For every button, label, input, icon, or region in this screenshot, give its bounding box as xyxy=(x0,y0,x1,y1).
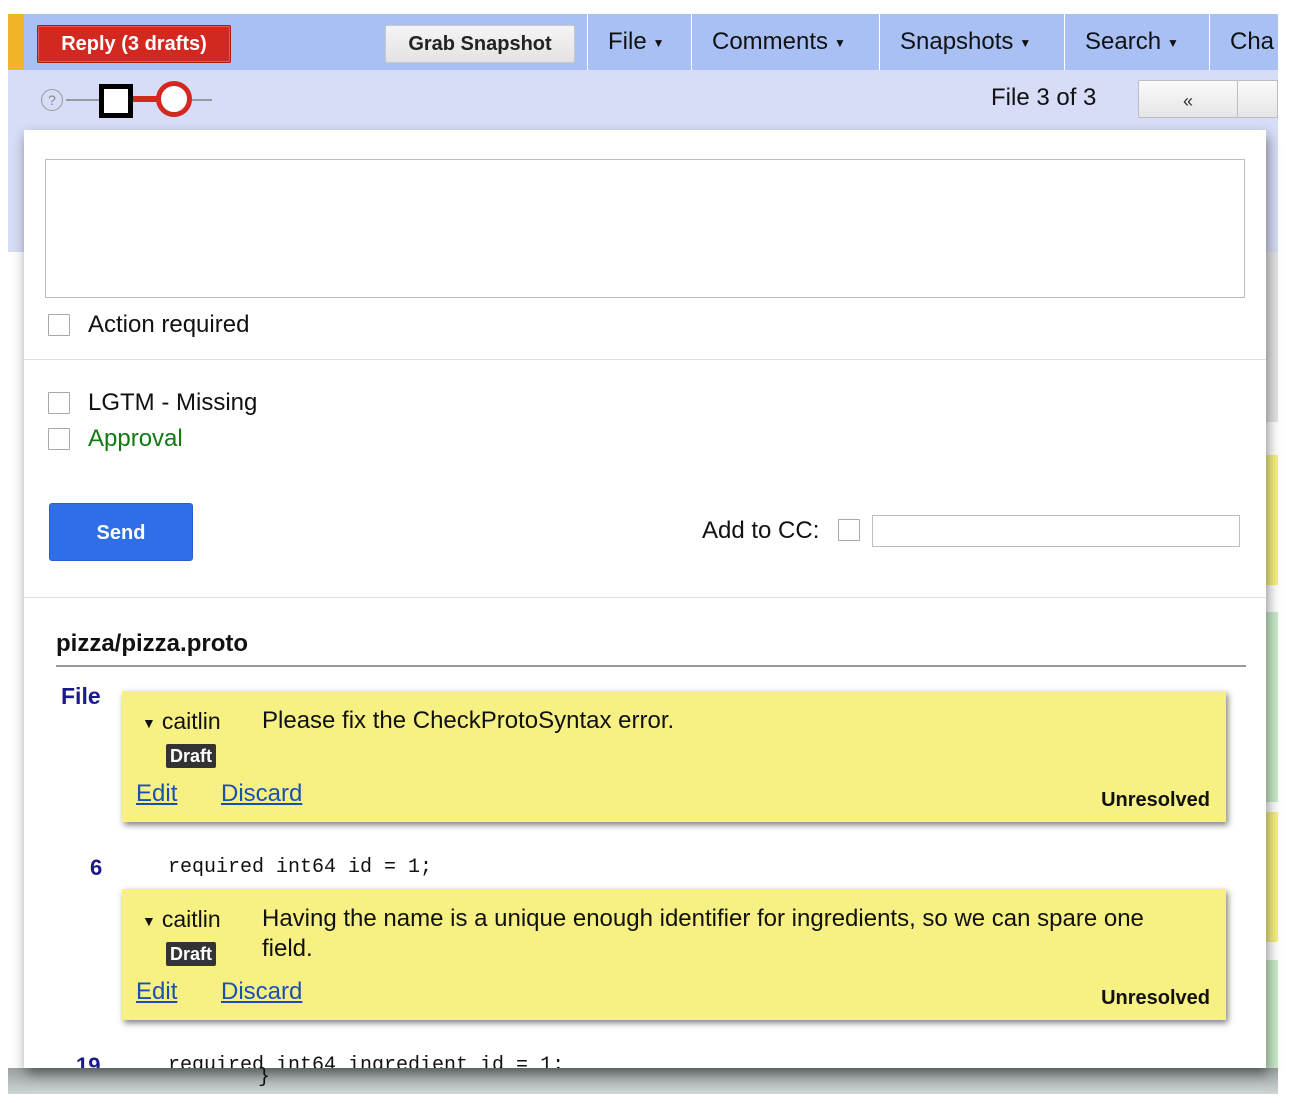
caret-down-icon: ▼ xyxy=(1167,35,1179,50)
snapshot-current-handle[interactable] xyxy=(156,81,192,117)
menu-file-label: File xyxy=(608,28,647,55)
comment-text: Please fix the CheckProtoSyntax error. xyxy=(262,707,675,734)
approval-label: Approval xyxy=(88,425,183,452)
line-number[interactable]: 19 xyxy=(76,1053,100,1068)
draft-badge: Draft xyxy=(166,942,217,966)
comment-author[interactable]: ▼ caitlin xyxy=(142,906,221,933)
line-number[interactable]: 6 xyxy=(90,855,102,881)
menu-changes-label: Cha xyxy=(1230,28,1275,55)
edit-link[interactable]: Edit xyxy=(136,780,177,808)
reply-message-input[interactable] xyxy=(45,159,1245,298)
underlying-comment-edge xyxy=(1266,455,1278,585)
code-line[interactable]: required int64 id = 1; xyxy=(144,856,432,879)
file-path-heading: pizza/pizza.proto xyxy=(56,630,248,657)
action-required-checkbox[interactable] xyxy=(48,314,70,336)
underlying-code-brace: } xyxy=(258,1066,271,1089)
caret-down-icon: ▼ xyxy=(652,35,665,50)
comment-status: Unresolved xyxy=(1101,987,1210,1009)
collapse-triangle-icon: ▼ xyxy=(142,714,156,731)
comment-author-name: caitlin xyxy=(161,906,221,932)
caret-down-icon: ▼ xyxy=(834,35,846,50)
status-strip xyxy=(8,14,24,70)
comment-text: Having the name is a unique enough ident… xyxy=(262,905,1144,962)
comment-author[interactable]: ▼ caitlin xyxy=(142,708,221,735)
file-comment-label[interactable]: File xyxy=(61,683,101,710)
lgtm-label: LGTM - Missing xyxy=(88,389,258,416)
previous-file-button[interactable]: « xyxy=(1138,80,1238,118)
cc-input[interactable] xyxy=(872,515,1240,547)
menu-search-label: Search xyxy=(1085,28,1162,55)
send-button[interactable]: Send xyxy=(49,503,193,561)
file-heading-rule xyxy=(56,665,1246,667)
menu-comments[interactable]: Comments ▼ xyxy=(691,14,879,70)
file-counter: File 3 of 3 xyxy=(991,84,1097,111)
reply-button[interactable]: Reply (3 drafts) xyxy=(37,25,231,63)
caret-down-icon: ▼ xyxy=(1019,35,1032,50)
comment-author-name: caitlin xyxy=(161,708,221,734)
divider xyxy=(24,359,1266,360)
menu-changes[interactable]: Cha xyxy=(1209,14,1278,70)
menu-snapshots[interactable]: Snapshots ▼ xyxy=(879,14,1064,70)
draft-comment: ▼ caitlin Please fix the CheckProtoSyntax… xyxy=(122,691,1226,822)
divider xyxy=(24,597,1266,598)
approval-checkbox[interactable] xyxy=(48,428,70,450)
discard-link[interactable]: Discard xyxy=(221,780,302,808)
code-line[interactable]: required int64 ingredient_id = 1; xyxy=(144,1054,564,1068)
action-required-label: Action required xyxy=(88,311,250,338)
underlying-diff-edge xyxy=(1266,612,1278,802)
draft-comment: ▼ caitlin Having the name is a unique eno… xyxy=(122,889,1226,1020)
menu-comments-label: Comments xyxy=(712,28,829,55)
reply-panel: Action required LGTM - Missing Approval … xyxy=(24,130,1266,1068)
menu-search[interactable]: Search ▼ xyxy=(1064,14,1209,70)
help-icon[interactable]: ? xyxy=(41,89,63,111)
add-to-cc-checkbox[interactable] xyxy=(838,519,860,541)
edit-link[interactable]: Edit xyxy=(136,978,177,1006)
snapshot-base-handle[interactable] xyxy=(99,84,133,118)
lgtm-checkbox[interactable] xyxy=(48,392,70,414)
draft-badge: Draft xyxy=(166,744,217,768)
add-to-cc-label: Add to CC: xyxy=(702,517,820,544)
underlying-comment-edge xyxy=(1266,812,1278,942)
underlying-diff-edge xyxy=(1266,960,1278,1068)
comment-status: Unresolved xyxy=(1101,789,1210,811)
discard-link[interactable]: Discard xyxy=(221,978,302,1006)
next-file-button[interactable] xyxy=(1238,80,1278,118)
menu-file[interactable]: File ▼ xyxy=(587,14,691,70)
collapse-triangle-icon: ▼ xyxy=(142,912,156,929)
underlying-page-edge xyxy=(1266,252,1278,422)
menu-snapshots-label: Snapshots xyxy=(900,28,1014,55)
underlying-page-footer xyxy=(8,1068,1278,1094)
grab-snapshot-button[interactable]: Grab Snapshot xyxy=(385,25,575,63)
